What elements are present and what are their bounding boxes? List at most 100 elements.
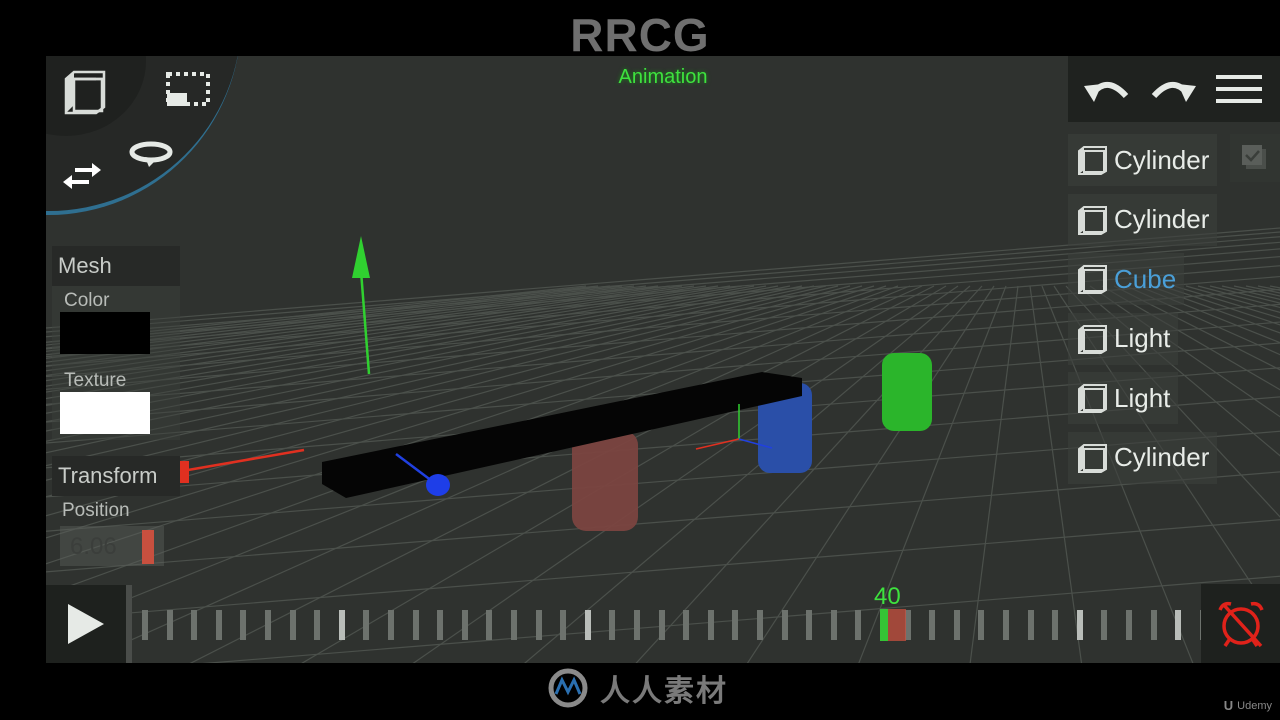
timeline-tick[interactable]	[511, 610, 517, 640]
timeline-tick[interactable]	[437, 610, 444, 640]
current-frame-label: 40	[874, 583, 901, 610]
timeline-tick[interactable]	[289, 610, 296, 640]
animation-timeline: 40	[46, 583, 1280, 663]
timeline-tick[interactable]	[412, 610, 419, 640]
timeline-track[interactable]	[142, 610, 1280, 640]
auto-key-toggle[interactable]	[1201, 584, 1280, 663]
gizmo-x-axis	[187, 448, 305, 472]
udemy-text: Udemy	[1237, 699, 1272, 712]
cube-icon	[1078, 324, 1107, 354]
top-toolbar	[1068, 56, 1280, 122]
timeline-tick[interactable]	[265, 610, 271, 640]
timeline-tick[interactable]	[757, 610, 763, 640]
outliner-item-label: Cube	[1114, 263, 1177, 294]
timeline-tick[interactable]	[1150, 610, 1157, 640]
redo-button[interactable]	[1148, 66, 1198, 112]
alarm-off-icon	[1217, 601, 1264, 647]
timeline-tick[interactable]	[732, 610, 739, 640]
timeline-tick[interactable]	[1101, 610, 1108, 640]
checkbox-icon	[1242, 145, 1266, 169]
timeline-tick[interactable]	[215, 610, 222, 640]
timeline-tick[interactable]	[1027, 610, 1034, 640]
mesh-section-header[interactable]: Mesh	[52, 246, 180, 286]
object-mode-button[interactable]	[60, 68, 110, 116]
timeline-tick[interactable]	[486, 610, 493, 640]
gizmo-y-handle[interactable]	[352, 236, 370, 278]
timeline-tick[interactable]	[240, 610, 247, 640]
play-button[interactable]	[46, 585, 126, 663]
timeline-tick[interactable]	[1076, 610, 1083, 640]
timeline-tick[interactable]	[388, 610, 394, 640]
cylinder-red[interactable]	[572, 431, 638, 531]
timeline-tick[interactable]	[830, 610, 837, 640]
cylinder-green[interactable]	[882, 353, 932, 431]
timeline-tick[interactable]	[191, 610, 198, 640]
outliner-item-label: Cylinder	[1114, 204, 1210, 234]
watermark-title: RRCG	[570, 9, 710, 61]
position-field[interactable]: 6.06	[60, 526, 164, 566]
cube-icon	[1078, 146, 1107, 175]
timeline-tick[interactable]	[781, 610, 788, 640]
playhead[interactable]	[880, 609, 888, 641]
outliner-item-cylinder[interactable]: Cylinder	[1068, 193, 1218, 246]
play-icon	[68, 604, 104, 644]
transform-section-header[interactable]: Transform	[52, 456, 180, 496]
timeline-tick[interactable]	[855, 610, 862, 640]
cube-icon	[64, 70, 106, 115]
timeline-tick[interactable]	[929, 610, 936, 640]
outliner-item-cylinder[interactable]: Cylinder	[1068, 431, 1218, 484]
outliner-item-cylinder[interactable]: Cylinder	[1068, 134, 1218, 186]
visibility-toggle[interactable]	[1230, 134, 1280, 182]
udemy-logo-icon: U	[1223, 698, 1234, 713]
menu-button[interactable]	[1214, 66, 1264, 112]
timeline-tick[interactable]	[166, 610, 173, 640]
swap-arrows-icon	[63, 163, 101, 189]
gizmo-z-handle[interactable]	[426, 474, 450, 496]
timeline-tick[interactable]	[658, 610, 665, 640]
position-label: Position	[62, 500, 130, 521]
timeline-tick[interactable]	[1126, 610, 1132, 640]
timeline-tick[interactable]	[707, 610, 714, 640]
outliner-item-label: Cylinder	[1114, 144, 1210, 175]
timeline-tick[interactable]	[535, 610, 542, 640]
outliner-item-light[interactable]: Light	[1068, 372, 1179, 424]
outliner-item-light[interactable]: Light	[1068, 312, 1179, 365]
texture-swatch[interactable]	[60, 392, 150, 434]
redo-icon	[1151, 82, 1196, 102]
timeline-tick[interactable]	[1052, 610, 1059, 640]
outliner-item-cube[interactable]: Cube	[1068, 253, 1185, 305]
inspector-panel: Mesh Color Texture Transform Position 6.…	[52, 246, 180, 566]
undo-button[interactable]	[1082, 66, 1132, 112]
move-button[interactable]	[60, 158, 104, 194]
color-label: Color	[64, 290, 110, 311]
timeline-tick[interactable]	[609, 610, 616, 640]
timeline-tick[interactable]	[683, 610, 690, 640]
undo-icon	[1084, 82, 1129, 102]
cube-selected[interactable]	[322, 372, 802, 498]
timeline-tick[interactable]	[978, 610, 985, 640]
gizmo-x-handle[interactable]	[179, 461, 189, 483]
timeline-tick[interactable]	[314, 610, 321, 640]
color-swatch[interactable]	[60, 312, 150, 354]
outliner-item-label: Light	[1114, 323, 1171, 353]
footer-watermark: 人人素材	[548, 666, 728, 710]
site-logo-icon	[548, 668, 588, 708]
timeline-tick[interactable]	[338, 610, 345, 640]
timeline-tick[interactable]	[142, 610, 148, 640]
timeline-tick[interactable]	[953, 610, 960, 640]
timeline-tick[interactable]	[1175, 610, 1182, 640]
timeline-tick[interactable]	[584, 610, 591, 640]
timeline-tick[interactable]	[634, 610, 640, 640]
timeline-tick[interactable]	[806, 610, 813, 640]
timeline-tick[interactable]	[560, 610, 567, 640]
udemy-badge: U Udemy	[1224, 698, 1272, 713]
cube-icon	[1078, 443, 1107, 473]
position-drag-handle[interactable]	[142, 530, 154, 564]
timeline-tick[interactable]	[461, 610, 468, 640]
timeline-tick[interactable]	[363, 610, 370, 640]
cube-icon	[1078, 384, 1107, 413]
select-region-button[interactable]	[164, 70, 212, 110]
app-window: Animation Cylinder Cylinder Cube Light L…	[46, 56, 1280, 663]
rotate-button[interactable]	[126, 136, 176, 170]
timeline-tick[interactable]	[1003, 610, 1009, 640]
